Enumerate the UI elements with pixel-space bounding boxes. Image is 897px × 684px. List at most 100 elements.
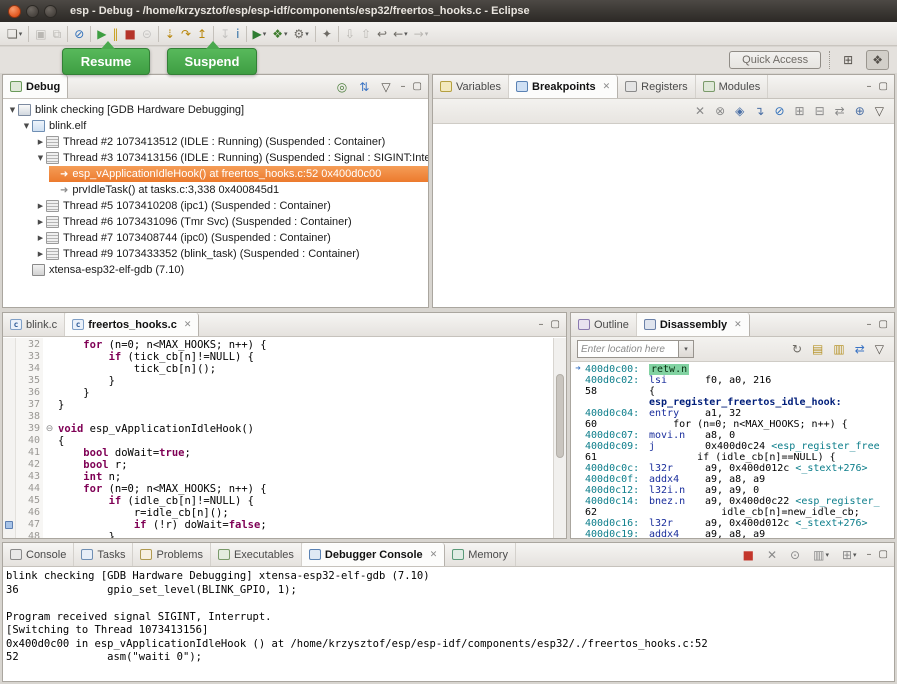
tab-debug[interactable]: Debug [3, 75, 68, 98]
terminate-icon[interactable]: ■ [740, 545, 757, 565]
combo-dropdown-icon[interactable]: ▾ [679, 340, 694, 358]
view-menu-icon[interactable]: ▽ [872, 101, 887, 121]
close-icon[interactable]: ✕ [430, 550, 438, 560]
view-tab-executables[interactable]: Executables [211, 543, 302, 566]
maximize-view-icon[interactable]: ▢ [879, 320, 888, 330]
debug-perspective-icon[interactable]: ❖ [866, 50, 889, 70]
pin-console-icon[interactable]: ⊙ [787, 545, 803, 565]
disassembly-listing[interactable]: ➜400d0c00:retw.n400d0c02:lsif0, a0, 2165… [571, 363, 894, 538]
debug-tree-row[interactable]: ▶Thread #7 1073408744 (ipc0) (Suspended … [3, 230, 428, 246]
search-icon[interactable]: ✦ [319, 24, 335, 44]
debug-tree-row[interactable]: ▼blink.elf [3, 118, 428, 134]
expand-all-icon[interactable]: ⊞ [792, 101, 808, 121]
sync-with-active-context-icon[interactable]: ⇄ [852, 339, 868, 359]
minimize-window-icon[interactable] [26, 5, 39, 18]
location-combo[interactable]: Enter location here ▾ [577, 340, 694, 358]
show-source-icon[interactable]: ▤ [809, 339, 826, 359]
view-tab-problems[interactable]: Problems [133, 543, 210, 566]
disassembly-instruction-row[interactable]: ➜400d0c00:retw.n [571, 364, 894, 375]
quick-access-button[interactable]: Quick Access [729, 51, 821, 69]
editor-tab-freertos-hooks-c[interactable]: cfreertos_hooks.c✕ [65, 313, 199, 336]
code-editor[interactable]: 3233343536373839404142434445464748 ⊖ for… [3, 338, 566, 538]
maximize-view-icon[interactable]: ▢ [879, 82, 888, 92]
expand-arrow-icon[interactable]: ▶ [35, 250, 46, 258]
stack-frame-row[interactable]: ➜prvIdleTask() at tasks.c:3,338 0x400845… [3, 182, 428, 198]
disassembly-source-row[interactable]: 58{ [571, 386, 894, 397]
minimize-view-icon[interactable]: – [539, 320, 544, 330]
step-over-icon[interactable]: ↷ [178, 24, 194, 44]
disassembly-source-row[interactable]: 62 idle_cb[n]=new_idle_cb; [571, 507, 894, 518]
debug-icon[interactable]: ❖▾ [269, 24, 290, 44]
titlebar[interactable]: esp - Debug - /home/krzysztof/esp/esp-id… [0, 0, 897, 22]
last-edit-location-icon[interactable]: ↩ [374, 24, 390, 44]
debug-tree-row[interactable]: ▼blink checking [GDB Hardware Debugging] [3, 102, 428, 118]
disassembly-instruction-row[interactable]: 400d0c09:j0x400d0c24 <esp_register_free [571, 441, 894, 452]
minimize-view-icon[interactable]: – [867, 82, 872, 92]
disassembly-instruction-row[interactable]: 400d0c07:movi.na8, 0 [571, 430, 894, 441]
disassembly-source-row[interactable]: 60 for (n=0; n<MAX_HOOKS; n++) { [571, 419, 894, 430]
remove-selected-breakpoints-icon[interactable]: ✕ [692, 101, 708, 121]
folding-ruler[interactable]: ⊖ [43, 338, 56, 538]
close-window-icon[interactable] [8, 5, 21, 18]
terminate-icon[interactable]: ■ [122, 24, 139, 44]
disassembly-instruction-row[interactable]: 400d0c12:l32i.na9, a9, 0 [571, 485, 894, 496]
view-tab-tasks[interactable]: Tasks [74, 543, 133, 566]
forward-icon[interactable]: →▾ [411, 24, 432, 44]
debug-tree-row[interactable]: ▶Thread #2 1073413512 (IDLE : Running) (… [3, 134, 428, 150]
skip-all-breakpoints-icon[interactable]: ⊘ [771, 101, 787, 121]
annotation-ruler[interactable] [3, 338, 16, 538]
disassembly-instruction-row[interactable]: 400d0c0c:l32ra9, 0x400d012c <_stext+276> [571, 463, 894, 474]
maximize-view-icon[interactable]: ▢ [551, 320, 560, 330]
view-tab-breakpoints[interactable]: Breakpoints✕ [509, 75, 618, 98]
collapse-arrow-icon[interactable]: ▼ [7, 106, 18, 114]
external-tools-icon[interactable]: ⚙▾ [291, 24, 312, 44]
expand-arrow-icon[interactable]: ▶ [35, 234, 46, 242]
run-icon[interactable]: ▶▾ [250, 24, 270, 44]
fold-collapse-icon[interactable]: ⊖ [43, 423, 56, 435]
disassembly-instruction-row[interactable]: 400d0c16:l32ra9, 0x400d012c <_stext+276> [571, 518, 894, 529]
disconnect-icon[interactable]: ⊝ [139, 24, 155, 44]
view-tab-variables[interactable]: Variables [433, 75, 509, 98]
next-annotation-icon[interactable]: ⇩ [342, 24, 358, 44]
scrollbar-thumb[interactable] [556, 374, 564, 458]
close-icon[interactable]: ✕ [603, 82, 611, 92]
save-all-icon[interactable]: ⧉ [50, 24, 65, 44]
view-menu-icon[interactable]: ▽ [872, 339, 887, 359]
view-tab-disassembly[interactable]: Disassembly✕ [637, 313, 750, 336]
disassembly-instruction-row[interactable]: 400d0c04:entrya1, 32 [571, 408, 894, 419]
save-icon[interactable]: ▣ [32, 24, 49, 44]
display-selected-console-icon[interactable]: ▥▾ [810, 545, 832, 565]
view-breakpoint-types-icon[interactable]: ◎ [334, 77, 350, 97]
collapse-arrow-icon[interactable]: ▼ [35, 154, 46, 162]
step-into-icon[interactable]: ⇣ [162, 24, 178, 44]
console-output[interactable]: blink checking [GDB Hardware Debugging] … [3, 567, 894, 681]
disassembly-instruction-row[interactable]: 400d0c19:addx4a9, a8, a9 [571, 529, 894, 538]
disassembly-instruction-row[interactable]: 400d0c02:lsif0, a0, 216 [571, 375, 894, 386]
skip-all-breakpoints-icon[interactable]: ⊘ [71, 24, 87, 44]
view-tab-modules[interactable]: Modules [696, 75, 769, 98]
breakpoints-list[interactable] [433, 125, 894, 307]
expand-arrow-icon[interactable]: ▶ [35, 218, 46, 226]
disassembly-source-row[interactable]: 61 if (idle_cb[n]==NULL) { [571, 452, 894, 463]
expand-arrow-icon[interactable]: ▶ [35, 202, 46, 210]
debug-tree-row[interactable]: xtensa-esp32-elf-gdb (7.10) [3, 262, 428, 278]
back-icon[interactable]: ←▾ [390, 24, 411, 44]
expand-arrow-icon[interactable]: ▶ [35, 138, 46, 146]
instruction-stepping-icon[interactable]: i [233, 24, 242, 44]
link-with-debug-view-icon[interactable]: ⇄ [832, 101, 848, 121]
view-tab-outline[interactable]: Outline [571, 313, 637, 336]
view-menu-icon[interactable]: ▽ [378, 77, 393, 97]
close-icon[interactable]: ✕ [734, 320, 742, 330]
maximize-window-icon[interactable] [44, 5, 57, 18]
disassembly-instruction-row[interactable]: 400d0c0f:addx4a9, a8, a9 [571, 474, 894, 485]
remove-launch-icon[interactable]: ✕ [764, 545, 780, 565]
view-tab-debugger-console[interactable]: Debugger Console✕ [302, 543, 445, 566]
minimize-view-icon[interactable]: – [867, 320, 872, 330]
disassembly-instruction-row[interactable]: 400d0c14:bnez.na9, 0x400d0c22 <esp_regis… [571, 496, 894, 507]
minimize-view-icon[interactable]: – [401, 82, 406, 92]
show-breakpoints-for-selection-icon[interactable]: ◈ [732, 101, 747, 121]
code-text[interactable]: for (n=0; n<MAX_HOOKS; n++) { if (tick_c… [56, 338, 553, 538]
refresh-icon[interactable]: ↻ [789, 339, 805, 359]
remove-all-breakpoints-icon[interactable]: ⊗ [712, 101, 728, 121]
debug-tree-row[interactable]: ▼Thread #3 1073413156 (IDLE : Running) (… [3, 150, 428, 166]
